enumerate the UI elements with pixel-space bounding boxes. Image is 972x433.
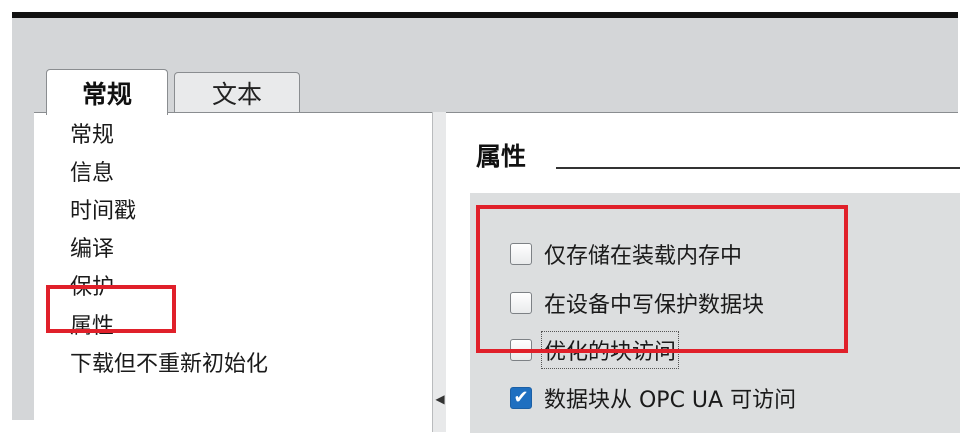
checkbox-opc-ua-accessible[interactable]: ✔ xyxy=(510,387,532,409)
highlight-box-nav xyxy=(46,285,176,333)
tab-text[interactable]: 文本 xyxy=(174,72,300,113)
nav-item-compile[interactable]: 编译 xyxy=(70,235,114,265)
checkbox-label: 数据块从 OPC UA 可访问 xyxy=(544,388,797,413)
nav-item-information[interactable]: 信息 xyxy=(70,159,114,189)
checkmark-icon: ✔ xyxy=(513,387,529,408)
tab-general[interactable]: 常规 xyxy=(46,69,168,115)
section-divider xyxy=(556,167,960,169)
highlight-box-properties xyxy=(476,205,848,353)
triangle-left-icon[interactable]: ◀ xyxy=(434,393,446,405)
nav-item-general[interactable]: 常规 xyxy=(70,121,114,151)
nav-item-timestamp[interactable]: 时间戳 xyxy=(70,197,136,227)
section-title: 属性 xyxy=(476,142,527,171)
tab-label: 常规 xyxy=(81,79,132,109)
nav-item-download-without-reinit[interactable]: 下载但不重新初始化 xyxy=(70,350,268,380)
property-row: ✔ 数据块从 OPC UA 可访问 xyxy=(510,383,796,413)
tab-label: 文本 xyxy=(211,80,262,109)
tab-strip: 常规 文本 xyxy=(12,24,958,115)
navigation-pane: 常规 信息 时间戳 编译 保护 属性 下载但不重新初始化 xyxy=(34,112,436,433)
